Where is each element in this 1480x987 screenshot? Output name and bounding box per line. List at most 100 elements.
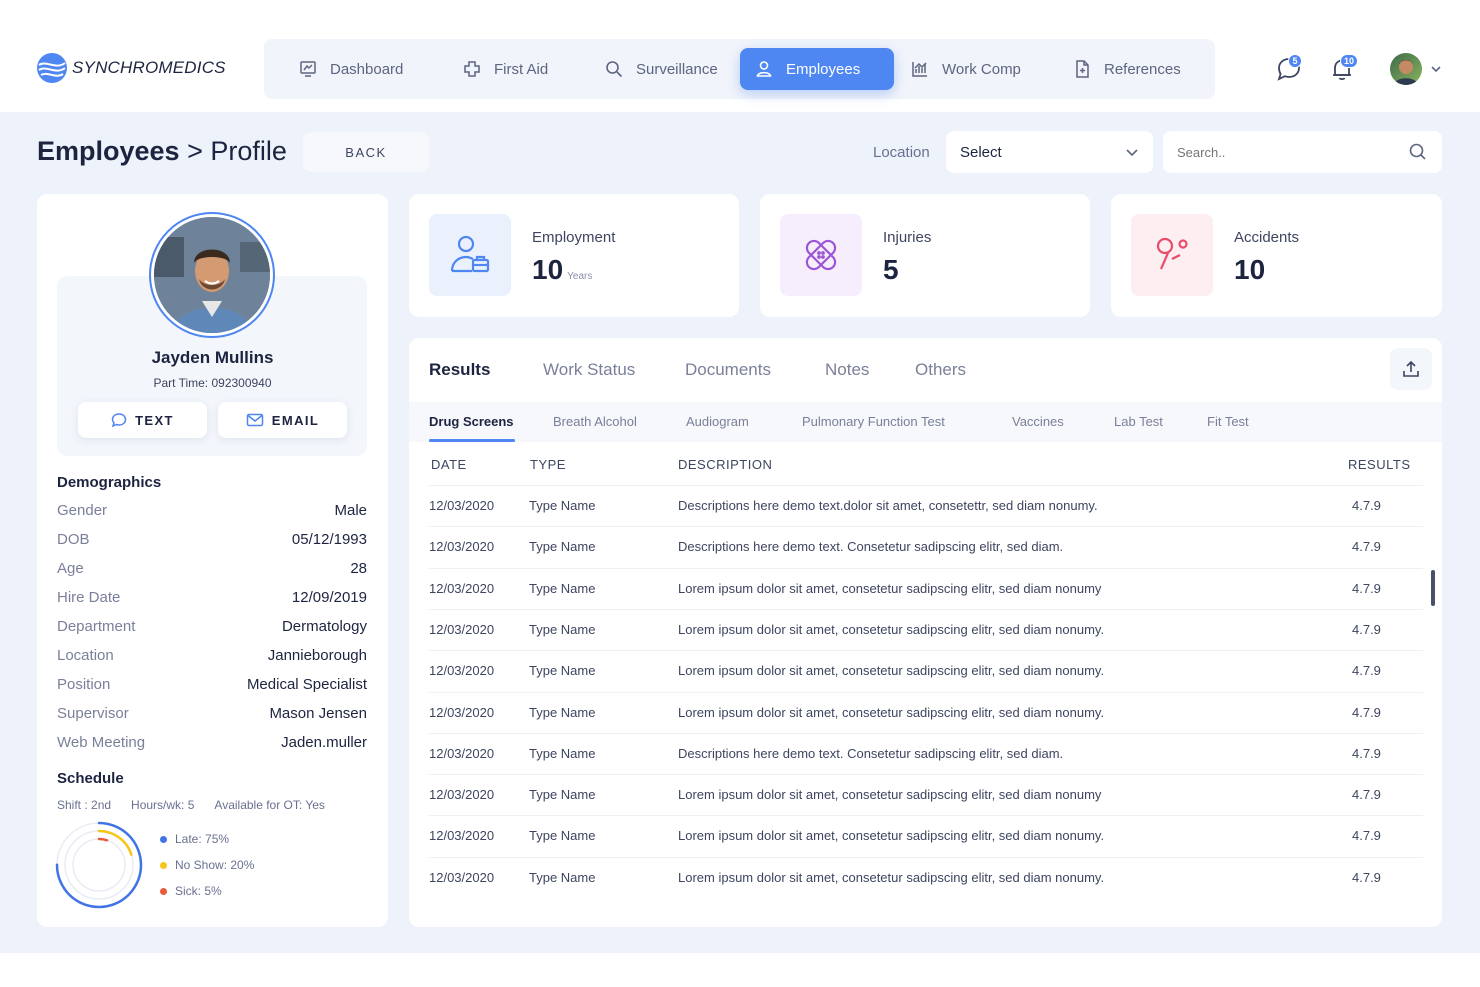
cell-type: Type Name <box>529 663 596 679</box>
tab-others[interactable]: Others <box>915 360 966 380</box>
nav-surveillance[interactable]: Surveillance <box>590 48 732 90</box>
tab-work-status[interactable]: Work Status <box>543 360 635 380</box>
nav-first-aid[interactable]: First Aid <box>448 48 562 90</box>
stat-label: Injuries <box>883 229 932 246</box>
subtab-audiogram[interactable]: Audiogram <box>686 414 749 429</box>
subtab-vaccines[interactable]: Vaccines <box>1012 414 1064 429</box>
profile-subtitle: Part Time: 092300940 <box>153 376 272 390</box>
subtab-active-indicator <box>429 439 515 442</box>
first-aid-icon <box>464 61 480 77</box>
tab-results[interactable]: Results <box>429 360 490 380</box>
text-button[interactable]: TEXT <box>78 402 207 438</box>
subtab-lab-test[interactable]: Lab Test <box>1114 414 1163 429</box>
column-header-description[interactable]: DESCRIPTION <box>678 457 772 472</box>
cell-type: Type Name <box>529 869 596 885</box>
table-row[interactable]: 12/03/2020 Type Name Lorem ipsum dolor sit… <box>429 608 1423 650</box>
breadcrumb-section[interactable]: Employees <box>37 136 180 166</box>
schedule-title: Schedule <box>57 770 124 787</box>
subtab-breath-alcohol[interactable]: Breath Alcohol <box>553 414 637 429</box>
app-name: SYNCHROMEDICS <box>72 58 226 77</box>
cell-description: Lorem ipsum dolor sit amet, consetetur s… <box>678 787 1102 803</box>
demographic-value: Jaden.muller <box>281 734 367 751</box>
cell-type: Type Name <box>529 745 596 761</box>
cell-type: Type Name <box>529 704 596 720</box>
demographic-label: Web Meeting <box>57 734 146 751</box>
nav-label: First Aid <box>494 60 549 78</box>
nav-references[interactable]: References <box>1058 48 1195 90</box>
cell-description: Lorem ipsum dolor sit amet, consetetur s… <box>678 663 1105 679</box>
attendance-legend-item: Sick: 5% <box>160 884 222 898</box>
column-header-results[interactable]: RESULTS <box>1348 457 1411 472</box>
profile-name: Jayden Mullins <box>151 348 274 367</box>
tab-notes[interactable]: Notes <box>825 360 869 380</box>
cell-result: 4.7.9 <box>1352 580 1381 596</box>
legend-label: Sick: 5% <box>175 884 222 898</box>
demographic-label: DOB <box>57 531 90 548</box>
subtab-drug-screens[interactable]: Drug Screens <box>429 414 514 429</box>
cell-result: 4.7.9 <box>1352 539 1381 555</box>
demographic-row: Gender Male <box>57 502 367 519</box>
cell-description: Lorem ipsum dolor sit amet, consetetur s… <box>678 580 1102 596</box>
legend-label: Late: 75% <box>175 832 230 846</box>
column-header-type[interactable]: TYPE <box>530 457 566 472</box>
search-icon[interactable] <box>1408 142 1428 162</box>
nav-employees[interactable]: Employees <box>740 48 894 90</box>
table-row[interactable]: 12/03/2020 Type Name Descriptions here dem… <box>429 732 1423 774</box>
demographic-row: Position Medical Specialist <box>57 676 367 693</box>
table-row[interactable]: 12/03/2020 Type Name Lorem ipsum dolor sit… <box>429 856 1423 898</box>
column-header-date[interactable]: DATE <box>431 457 467 472</box>
demographic-label: Hire Date <box>57 589 121 606</box>
text-button-label: TEXT <box>135 412 174 428</box>
table-row[interactable]: 12/03/2020 Type Name Lorem ipsum dolor sit… <box>429 774 1423 815</box>
attendance-legend-item: Late: 75% <box>160 832 229 846</box>
dashboard-icon <box>300 61 316 77</box>
breadcrumb-current: Profile <box>210 136 287 166</box>
demographic-value: Jannieborough <box>267 647 367 664</box>
nav-label: References <box>1104 60 1181 78</box>
cell-description: Lorem ipsum dolor sit amet, consetetur s… <box>678 828 1105 844</box>
cell-description: Descriptions here demo text.dolor sit am… <box>678 498 1098 513</box>
demographic-row: Location Jannieborough <box>57 647 367 664</box>
demographic-value: Male <box>334 502 367 519</box>
table-row[interactable]: 12/03/2020 Type Name Lorem ipsum dolor sit… <box>429 815 1423 856</box>
legend-dot <box>160 861 167 869</box>
demographic-row: Hire Date 12/09/2019 <box>57 589 367 606</box>
table-row[interactable]: 12/03/2020 Type Name Lorem ipsum dolor sit… <box>429 650 1423 691</box>
export-button[interactable] <box>1390 348 1432 390</box>
cell-type: Type Name <box>529 787 596 803</box>
chevron-down-icon[interactable] <box>1430 64 1442 74</box>
table-row[interactable]: 12/03/2020 Type Name Lorem ipsum dolor sit… <box>429 567 1423 609</box>
subtab-pulmonary[interactable]: Pulmonary Function Test <box>802 414 945 429</box>
demographic-label: Supervisor <box>57 705 129 722</box>
table-row[interactable]: 12/03/2020 Type Name Descriptions here dem… <box>429 485 1423 526</box>
avatar-image <box>1394 60 1418 85</box>
nav-dashboard[interactable]: Dashboard <box>284 48 417 90</box>
subtab-fit-test[interactable]: Fit Test <box>1207 414 1249 429</box>
demographic-value: Medical Specialist <box>246 676 367 693</box>
cell-date: 12/03/2020 <box>429 704 495 720</box>
cell-result: 4.7.9 <box>1352 704 1381 720</box>
notifications-badge: 10 <box>1340 54 1359 68</box>
accident-icon <box>1131 214 1213 296</box>
nav-work-comp[interactable]: Work Comp <box>896 48 1035 90</box>
table-scrollbar[interactable] <box>1431 570 1435 606</box>
cell-type: Type Name <box>529 621 596 637</box>
app-logo[interactable]: SYNCHROMEDICS <box>36 52 226 84</box>
search-input[interactable] <box>1177 144 1377 160</box>
demographic-label: Gender <box>57 502 108 519</box>
bandage-icon <box>780 214 862 296</box>
stat-unit: Years <box>567 271 593 282</box>
table-row[interactable]: 12/03/2020 Type Name Lorem ipsum dolor sit… <box>429 691 1423 733</box>
user-avatar[interactable] <box>1390 53 1422 85</box>
tab-documents[interactable]: Documents <box>685 360 771 380</box>
table-row[interactable]: 12/03/2020 Type Name Descriptions here dem… <box>429 526 1423 567</box>
cell-date: 12/03/2020 <box>429 621 495 637</box>
stat-number: 10 <box>532 254 564 285</box>
location-select[interactable]: Select <box>946 131 1153 173</box>
cell-date: 12/03/2020 <box>429 828 495 844</box>
nav-label: Dashboard <box>330 60 404 78</box>
email-button[interactable]: EMAIL <box>218 402 347 438</box>
back-button[interactable]: BACK <box>303 132 429 172</box>
demographic-value: Mason Jensen <box>269 705 367 722</box>
stat-value: 10 Years <box>532 254 592 286</box>
